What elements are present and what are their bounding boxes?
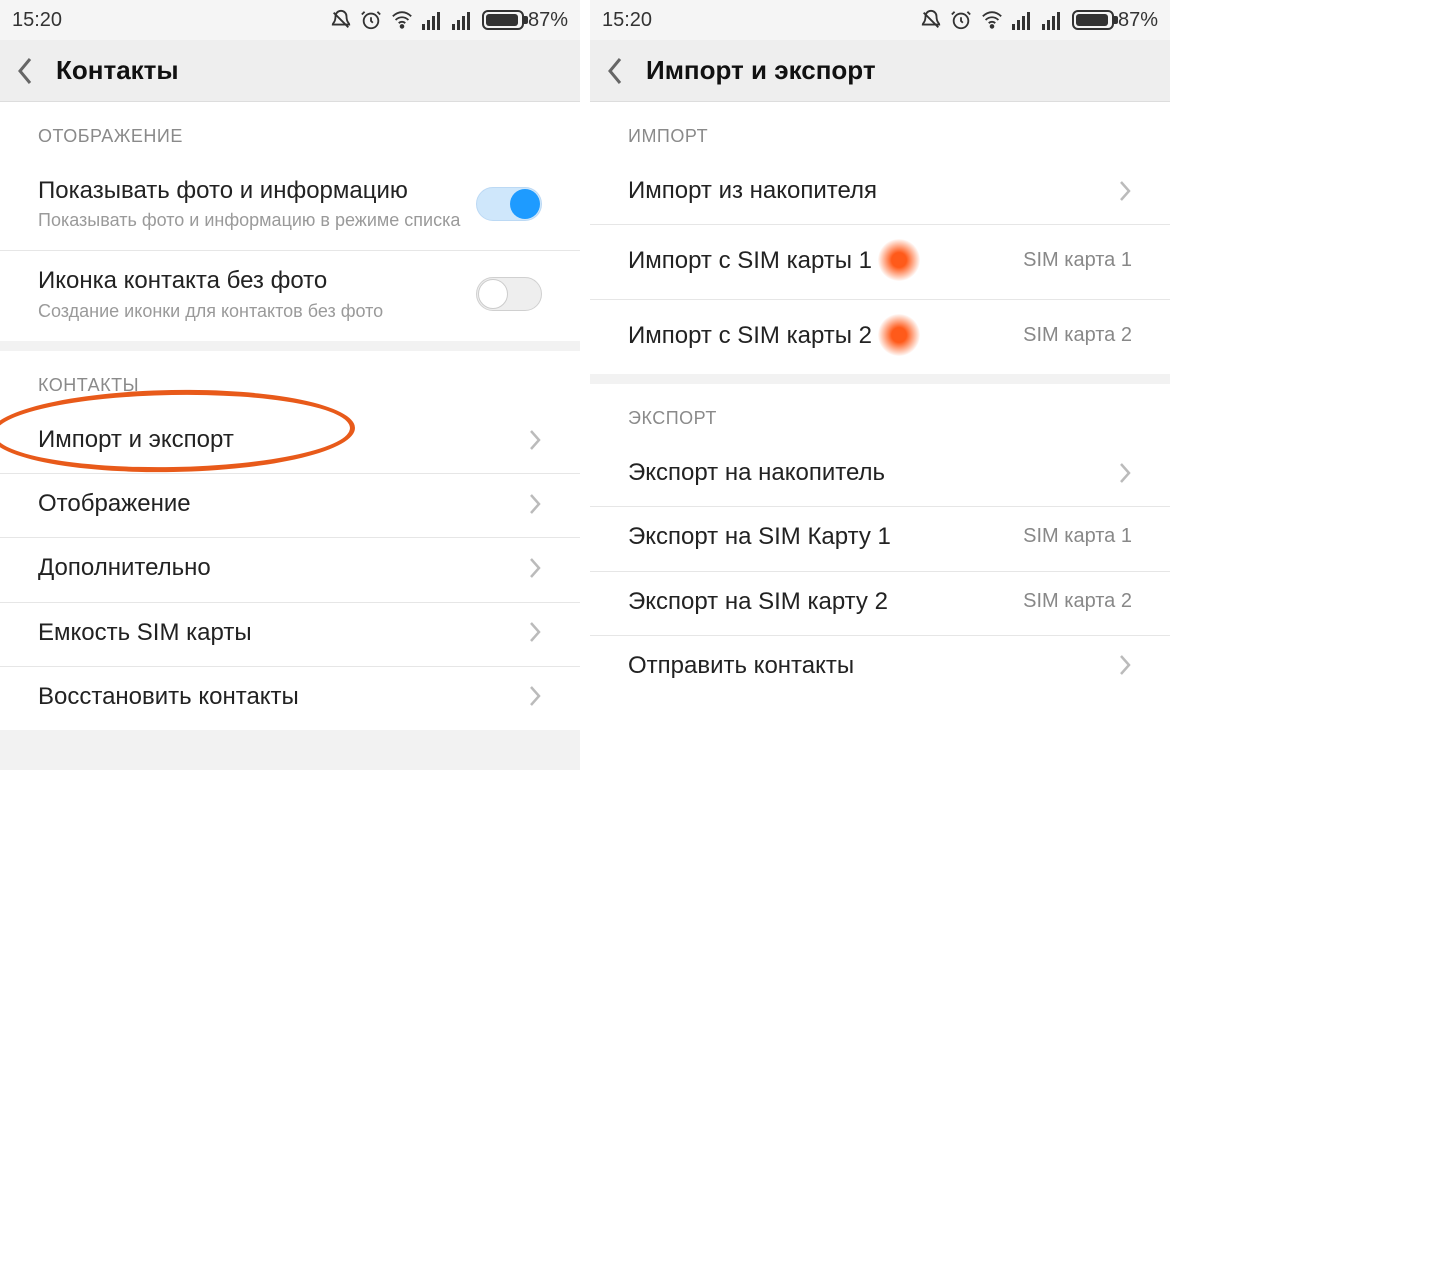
header: Импорт и экспорт (590, 40, 1170, 102)
section-display: ОТОБРАЖЕНИЕ (0, 102, 580, 161)
row-import-sim1[interactable]: Импорт с SIM карты 1 SIM карта 1 (590, 225, 1170, 300)
row-title: Отправить контакты (628, 650, 1104, 681)
row-title: Емкость SIM карты (38, 617, 514, 648)
signal1-icon (422, 10, 444, 30)
row-title: Отображение (38, 488, 514, 519)
row-advanced[interactable]: Дополнительно (0, 538, 580, 602)
status-icons: 87% (330, 9, 568, 32)
row-display-settings[interactable]: Отображение (0, 474, 580, 538)
battery-percent: 87% (1118, 9, 1158, 32)
page-title: Контакты (56, 55, 179, 86)
row-title: Импорт и экспорт (38, 424, 514, 455)
row-title: Импорт с SIM карты 2 (628, 320, 872, 351)
signal1-icon (1012, 10, 1034, 30)
section-import: ИМПОРТ (590, 102, 1170, 161)
mute-icon (920, 9, 942, 31)
row-import-export[interactable]: Импорт и экспорт (0, 410, 580, 474)
row-value: SIM карта 1 (1023, 249, 1132, 272)
row-subtitle: Создание иконки для контактов без фото (38, 299, 476, 323)
section-contacts: КОНТАКТЫ (0, 351, 580, 410)
row-show-photo[interactable]: Показывать фото и информацию Показывать … (0, 161, 580, 251)
wifi-icon (390, 9, 414, 31)
chevron-right-icon (528, 428, 542, 452)
battery-icon: 87% (1072, 9, 1158, 32)
row-value: SIM карта 1 (1023, 525, 1132, 548)
back-icon[interactable] (606, 56, 624, 86)
mute-icon (330, 9, 352, 31)
row-title: Экспорт на SIM Карту 1 (628, 521, 1023, 552)
row-title: Дополнительно (38, 552, 514, 583)
annotation-dot (878, 239, 920, 281)
status-time: 15:20 (12, 9, 62, 32)
alarm-icon (360, 9, 382, 31)
header: Контакты (0, 40, 580, 102)
row-value: SIM карта 2 (1023, 590, 1132, 613)
battery-percent: 87% (528, 9, 568, 32)
row-export-sim2[interactable]: Экспорт на SIM карту 2 SIM карта 2 (590, 572, 1170, 636)
row-sim-capacity[interactable]: Емкость SIM карты (0, 603, 580, 667)
row-title: Экспорт на SIM карту 2 (628, 586, 1023, 617)
row-value: SIM карта 2 (1023, 324, 1132, 347)
status-time: 15:20 (602, 9, 652, 32)
toggle-show-photo[interactable] (476, 187, 542, 221)
row-import-sim2[interactable]: Импорт с SIM карты 2 SIM карта 2 (590, 300, 1170, 374)
chevron-right-icon (1118, 461, 1132, 485)
back-icon[interactable] (16, 56, 34, 86)
chevron-right-icon (1118, 653, 1132, 677)
annotation-dot (878, 314, 920, 356)
toggle-contact-icon[interactable] (476, 277, 542, 311)
row-contact-icon[interactable]: Иконка контакта без фото Создание иконки… (0, 251, 580, 340)
row-subtitle: Показывать фото и информацию в режиме сп… (38, 208, 476, 232)
screen-import-export: 15:20 87% Импорт и экспорт ИМПОРТ Импорт… (590, 0, 1170, 1010)
battery-icon: 87% (482, 9, 568, 32)
row-export-sim1[interactable]: Экспорт на SIM Карту 1 SIM карта 1 (590, 507, 1170, 571)
chevron-right-icon (528, 684, 542, 708)
chevron-right-icon (528, 492, 542, 516)
row-title: Импорт из накопителя (628, 175, 1104, 206)
row-title: Экспорт на накопитель (628, 457, 1104, 488)
section-export: ЭКСПОРТ (590, 384, 1170, 443)
row-export-storage[interactable]: Экспорт на накопитель (590, 443, 1170, 507)
screen-contacts: 15:20 87% Контакты ОТОБРАЖЕНИЕ Показыват… (0, 0, 580, 1010)
row-title: Импорт с SIM карты 1 (628, 245, 872, 276)
status-icons: 87% (920, 9, 1158, 32)
chevron-right-icon (528, 620, 542, 644)
signal2-icon (452, 10, 474, 30)
row-restore-contacts[interactable]: Восстановить контакты (0, 667, 580, 730)
wifi-icon (980, 9, 1004, 31)
status-bar: 15:20 87% (0, 0, 580, 40)
row-title: Показывать фото и информацию (38, 175, 476, 206)
page-title: Импорт и экспорт (646, 55, 876, 86)
chevron-right-icon (528, 556, 542, 580)
row-title: Восстановить контакты (38, 681, 514, 712)
row-send-contacts[interactable]: Отправить контакты (590, 636, 1170, 699)
row-title: Иконка контакта без фото (38, 265, 476, 296)
row-import-storage[interactable]: Импорт из накопителя (590, 161, 1170, 225)
signal2-icon (1042, 10, 1064, 30)
chevron-right-icon (1118, 179, 1132, 203)
alarm-icon (950, 9, 972, 31)
status-bar: 15:20 87% (590, 0, 1170, 40)
